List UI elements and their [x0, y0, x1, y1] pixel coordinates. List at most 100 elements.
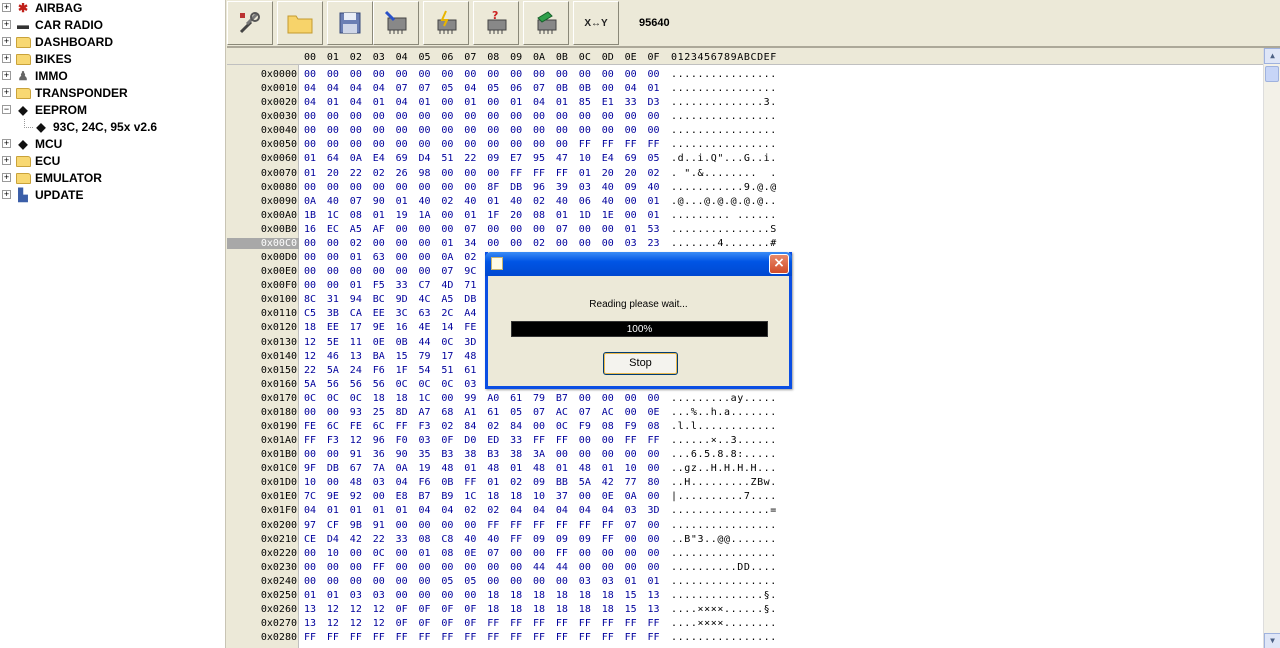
hex-byte[interactable]: 00 [464, 69, 476, 80]
hex-byte[interactable]: 00 [625, 449, 637, 460]
hex-byte[interactable]: 01 [487, 477, 499, 488]
hex-byte[interactable]: FF [533, 520, 545, 531]
hex-byte[interactable]: 40 [648, 182, 660, 193]
hex-byte[interactable]: 02 [510, 477, 522, 488]
hex-byte[interactable]: 04 [396, 477, 408, 488]
hex-byte[interactable]: 01 [556, 97, 568, 108]
hex-byte[interactable]: 00 [327, 407, 339, 418]
hex-byte[interactable]: 00 [396, 125, 408, 136]
hex-byte[interactable]: 02 [487, 505, 499, 516]
hex-byte[interactable]: B9 [441, 491, 453, 502]
hex-byte[interactable]: A0 [487, 393, 499, 404]
hex-byte[interactable]: DB [327, 463, 339, 474]
hex-byte[interactable]: 00 [510, 69, 522, 80]
hex-row[interactable]: 0x0050 00 00 00 00 00 00 00 00 00 00 00 00 FF FF FF FF..… [227, 138, 1263, 152]
hex-byte[interactable]: 04 [350, 83, 362, 94]
hex-byte[interactable]: D3 [648, 97, 660, 108]
hex-byte[interactable]: 08 [419, 534, 431, 545]
hex-byte[interactable]: 00 [625, 125, 637, 136]
hex-byte[interactable]: 00 [487, 238, 499, 249]
hex-byte[interactable]: 00 [304, 252, 316, 263]
hex-byte[interactable]: 0F [419, 604, 431, 615]
hex-byte[interactable]: 5A [579, 477, 591, 488]
hex-byte[interactable]: 1E [602, 210, 614, 221]
hex-byte[interactable]: 18 [556, 604, 568, 615]
hex-byte[interactable]: 09 [487, 153, 499, 164]
hex-byte[interactable]: 00 [350, 69, 362, 80]
hex-byte[interactable]: 0B [441, 477, 453, 488]
hex-byte[interactable]: 18 [510, 491, 522, 502]
hex-byte[interactable]: 03 [602, 576, 614, 587]
hex-byte[interactable]: 00 [556, 125, 568, 136]
hex-byte[interactable]: FF [510, 168, 522, 179]
hex-byte[interactable]: 56 [350, 379, 362, 390]
hex-byte[interactable]: 05 [464, 576, 476, 587]
hex-byte[interactable]: 40 [487, 534, 499, 545]
hex-byte[interactable]: 00 [327, 69, 339, 80]
close-button[interactable]: × [769, 254, 789, 274]
hex-byte[interactable]: 10 [304, 477, 316, 488]
hex-byte[interactable]: 0F [396, 618, 408, 629]
hex-byte[interactable]: 00 [304, 125, 316, 136]
hex-byte[interactable]: 00 [350, 266, 362, 277]
hex-byte[interactable]: 5A [327, 365, 339, 376]
hex-byte[interactable]: 56 [327, 379, 339, 390]
hex-byte[interactable]: 99 [464, 393, 476, 404]
hex-byte[interactable]: 01 [419, 97, 431, 108]
hex-byte[interactable]: 4E [419, 322, 431, 333]
hex-byte[interactable]: 00 [510, 562, 522, 573]
hex-byte[interactable]: 04 [533, 505, 545, 516]
hex-byte[interactable]: 01 [464, 97, 476, 108]
hex-byte[interactable]: 00 [648, 111, 660, 122]
expand-icon[interactable]: + [2, 54, 11, 63]
hex-byte[interactable]: 01 [304, 590, 316, 601]
hex-byte[interactable]: 06 [510, 83, 522, 94]
hex-byte[interactable]: 13 [304, 604, 316, 615]
hex-byte[interactable]: 79 [419, 351, 431, 362]
hex-byte[interactable]: 00 [487, 69, 499, 80]
hex-byte[interactable]: 07 [441, 266, 453, 277]
hex-byte[interactable]: 40 [602, 196, 614, 207]
hex-byte[interactable]: 18 [304, 322, 316, 333]
hex-byte[interactable]: 00 [304, 111, 316, 122]
hex-byte[interactable]: 00 [579, 125, 591, 136]
hex-byte[interactable]: FF [510, 632, 522, 643]
tree-item[interactable]: + TRANSPONDER [0, 85, 225, 102]
hex-byte[interactable]: 00 [533, 224, 545, 235]
hex-byte[interactable]: 07 [396, 83, 408, 94]
hex-byte[interactable]: 07 [533, 407, 545, 418]
hex-byte[interactable]: EC [327, 224, 339, 235]
hex-byte[interactable]: 00 [510, 111, 522, 122]
hex-byte[interactable]: 00 [441, 224, 453, 235]
hex-byte[interactable]: FF [556, 520, 568, 531]
hex-byte[interactable]: 00 [464, 139, 476, 150]
hex-byte[interactable]: 00 [602, 435, 614, 446]
hex-byte[interactable]: 0C [373, 548, 385, 559]
write-button[interactable] [423, 1, 469, 45]
hex-byte[interactable]: 00 [487, 125, 499, 136]
hex-byte[interactable]: FF [579, 520, 591, 531]
hex-byte[interactable]: FF [419, 632, 431, 643]
hex-byte[interactable]: 00 [441, 393, 453, 404]
hex-byte[interactable]: F3 [419, 421, 431, 432]
hex-byte[interactable]: 1A [419, 210, 431, 221]
hex-byte[interactable]: 09 [533, 534, 545, 545]
hex-byte[interactable]: 01 [510, 463, 522, 474]
hex-byte[interactable]: 15 [396, 351, 408, 362]
hex-byte[interactable]: 79 [533, 393, 545, 404]
hex-byte[interactable]: FF [510, 520, 522, 531]
hex-byte[interactable]: 15 [625, 590, 637, 601]
hex-byte[interactable]: 00 [396, 252, 408, 263]
tree-item[interactable]: + DASHBOARD [0, 34, 225, 51]
hex-byte[interactable]: 48 [350, 477, 362, 488]
hex-byte[interactable]: CA [350, 308, 362, 319]
hex-byte[interactable]: 18 [579, 604, 591, 615]
hex-byte[interactable]: 00 [350, 548, 362, 559]
hex-byte[interactable]: 00 [487, 97, 499, 108]
hex-byte[interactable]: 00 [419, 111, 431, 122]
hex-byte[interactable]: 00 [304, 280, 316, 291]
hex-byte[interactable]: FF [625, 618, 637, 629]
hex-byte[interactable]: 69 [396, 153, 408, 164]
hex-byte[interactable]: 91 [373, 520, 385, 531]
hex-byte[interactable]: FF [602, 139, 614, 150]
